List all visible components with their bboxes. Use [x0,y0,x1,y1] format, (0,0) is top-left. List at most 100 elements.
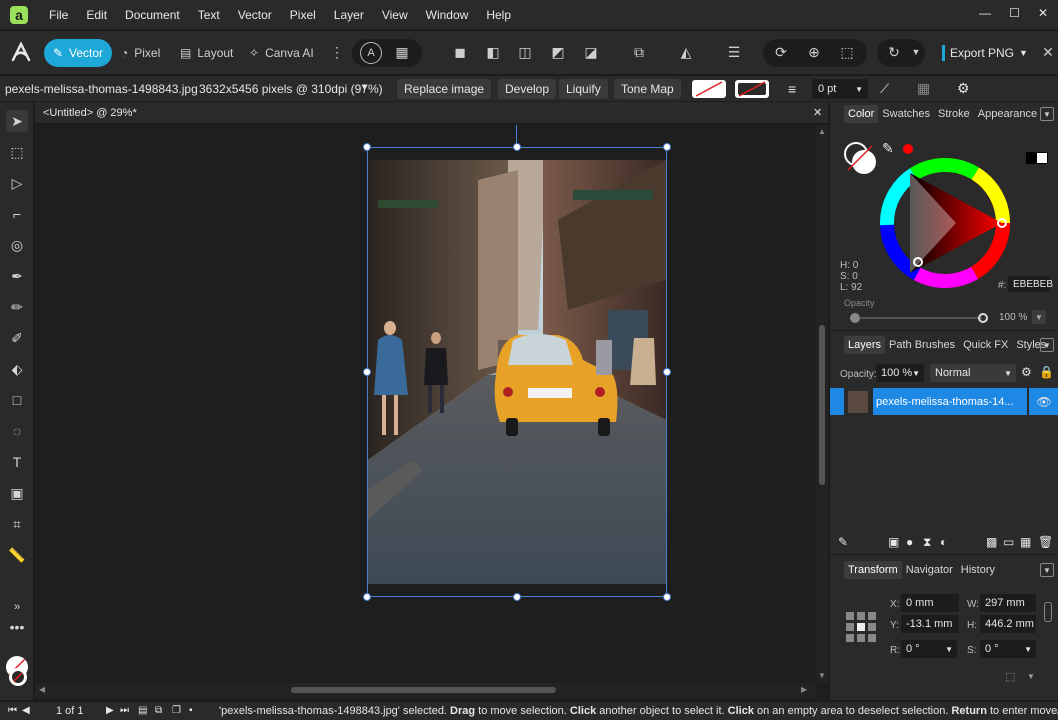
transform-panel-collapse-icon[interactable]: ▼ [1040,563,1054,577]
stroke-width-dropdown-icon[interactable]: ▼ [855,85,863,94]
tab-transform[interactable]: Transform [844,561,902,579]
opacity-slider-track[interactable] [860,317,982,319]
opacity-slider-thumb[interactable] [978,313,988,323]
dimensions-dropdown-icon[interactable]: ▼ [360,82,369,92]
handle-bottom-right[interactable] [663,593,671,601]
layer-opacity-dropdown-icon[interactable]: ▼ [912,369,920,378]
scroll-right-icon[interactable]: ▶ [801,685,807,694]
close-document-icon[interactable]: ✕ [813,106,822,119]
x-field[interactable]: 0 mm [901,594,959,612]
color-wheel[interactable] [880,158,1010,288]
handle-top-center[interactable] [513,143,521,151]
bounding-box-icon[interactable]: ⬚ [837,42,857,62]
layer-row[interactable]: pexels-melissa-thomas-14... 👁 [830,388,1058,415]
menu-text[interactable]: Text [189,8,229,22]
layer-visibility-eye-icon[interactable]: 👁 [1029,388,1058,415]
current-color-dot[interactable] [903,144,913,154]
menu-layer[interactable]: Layer [325,8,373,22]
close-window-button[interactable]: ✕ [1038,6,1048,20]
arrange-icon[interactable]: ⧉ [629,42,649,62]
handle-bottom-left[interactable] [363,593,371,601]
menu-edit[interactable]: Edit [77,8,116,22]
next-page-icon[interactable]: ▶ [106,705,114,716]
layer-opacity-field[interactable]: 100 % ▼ [876,364,924,382]
app-logo[interactable]: a [10,5,28,24]
page-copy-icon[interactable]: ❐ [172,705,181,716]
adjustment-icon[interactable]: ▣ [888,535,899,549]
shape-builder-icon[interactable]: ◎ [6,234,28,256]
transform-options-dropdown-icon[interactable]: ▼ [1027,672,1035,681]
tab-quick-fx[interactable]: Quick FX [959,336,1012,354]
shear-field[interactable]: 0 ° ▼ [980,640,1036,658]
menu-window[interactable]: Window [417,8,478,22]
persona-canva-ai[interactable]: ✧ Canva AI [249,39,314,67]
more-tools-icon[interactable]: ••• [6,616,28,638]
menu-pixel[interactable]: Pixel [281,8,325,22]
tab-navigator[interactable]: Navigator [902,561,957,579]
fill-swatch[interactable] [692,80,726,98]
place-image-icon[interactable]: ▣ [6,482,28,504]
tab-stroke[interactable]: Stroke [934,105,974,123]
stroke-style-icon[interactable]: ≡ [788,81,796,97]
vertical-scrollbar[interactable]: ▲ ▼ [816,125,828,683]
measure-tool-icon[interactable]: 📏 [6,544,28,566]
text-tool-icon[interactable]: T [6,451,28,473]
rotation-dropdown-icon[interactable]: ▼ [945,645,953,654]
fill-color-well[interactable] [9,668,27,686]
stroke-width-field[interactable]: 0 pt ▼ [812,79,868,99]
rotation-field[interactable]: 0 ° ▼ [901,640,957,658]
handle-bottom-center[interactable] [513,593,521,601]
tab-path-brushes[interactable]: Path Brushes [885,336,959,354]
h-field[interactable]: 446.2 mm [980,615,1036,633]
pen-tool-icon[interactable]: ✒ [6,265,28,287]
close-panel-icon[interactable]: ✕ [1038,42,1058,62]
folder-icon[interactable]: ▭ [1003,535,1014,549]
liquify-button[interactable]: Liquify [559,79,608,99]
affinity-logo-icon[interactable] [10,40,32,64]
vector-brush-icon[interactable]: ✐ [6,327,28,349]
horizontal-scrollbar[interactable]: ◀ ▶ [35,683,816,697]
text-mode-icon[interactable]: A [360,42,382,64]
delete-layer-icon[interactable]: 🗑 [1038,535,1053,549]
tab-swatches[interactable]: Swatches [878,105,934,123]
blend-mode-dropdown-icon[interactable]: ▼ [1004,369,1012,378]
layer-expand-strip[interactable] [830,388,844,415]
lock-icon[interactable]: 🔒 [1039,365,1054,379]
vertical-scroll-thumb[interactable] [819,325,825,485]
export-button[interactable]: Export PNG ▼ [942,41,1030,65]
wrap-settings-icon[interactable]: ▦ [917,80,930,97]
more-options-icon[interactable]: ⋮ [327,42,347,62]
node-tool-icon[interactable]: ▷ [6,172,28,194]
fill-tool-icon[interactable]: ⬖ [6,358,28,380]
handle-top-left[interactable] [363,143,371,151]
pencil-tool-icon[interactable]: ✏ [6,296,28,318]
persona-layout[interactable]: ▤ Layout [180,39,233,67]
tab-history[interactable]: History [957,561,999,579]
layers-panel-collapse-icon[interactable]: ▼ [1040,338,1054,352]
scroll-up-icon[interactable]: ▲ [818,127,826,136]
opacity-dropdown-icon[interactable]: ▼ [1032,310,1046,324]
corner-tool-icon[interactable]: ⌐ [6,203,28,225]
menu-view[interactable]: View [373,8,417,22]
settings-gear-icon[interactable]: ⚙ [957,80,970,97]
page-settings-icon[interactable]: ▤ [138,705,147,716]
scroll-left-icon[interactable]: ◀ [39,685,45,694]
boolean-divide-icon[interactable]: ◪ [581,42,601,62]
boolean-subtract-icon[interactable]: ◧ [483,42,503,62]
live-filter-icon[interactable]: ⧗ [923,535,931,550]
tab-color[interactable]: Color [844,105,879,123]
artboard-tool-icon[interactable]: ⬚ [6,141,28,163]
align-icon[interactable]: ☰ [724,42,744,62]
spread-icon[interactable]: ⧉ [155,705,162,716]
canvas-area[interactable] [35,125,816,683]
blend-mode-select[interactable]: Normal ▼ [930,364,1016,382]
hex-input[interactable]: EBEBEB [1008,276,1053,292]
transform-options-icon[interactable]: ⬚ [1005,670,1015,683]
stroke-swatch[interactable] [735,80,769,98]
flip-horizontal-icon[interactable]: ◭ [676,42,696,62]
link-dropdown-icon[interactable]: ▼ [906,42,926,62]
tone-map-button[interactable]: Tone Map [614,79,681,99]
crop-tool-icon[interactable]: ⌗ [6,513,28,535]
y-field[interactable]: -13.1 mm [901,615,959,633]
page-delete-icon[interactable]: ▪ [189,705,193,716]
